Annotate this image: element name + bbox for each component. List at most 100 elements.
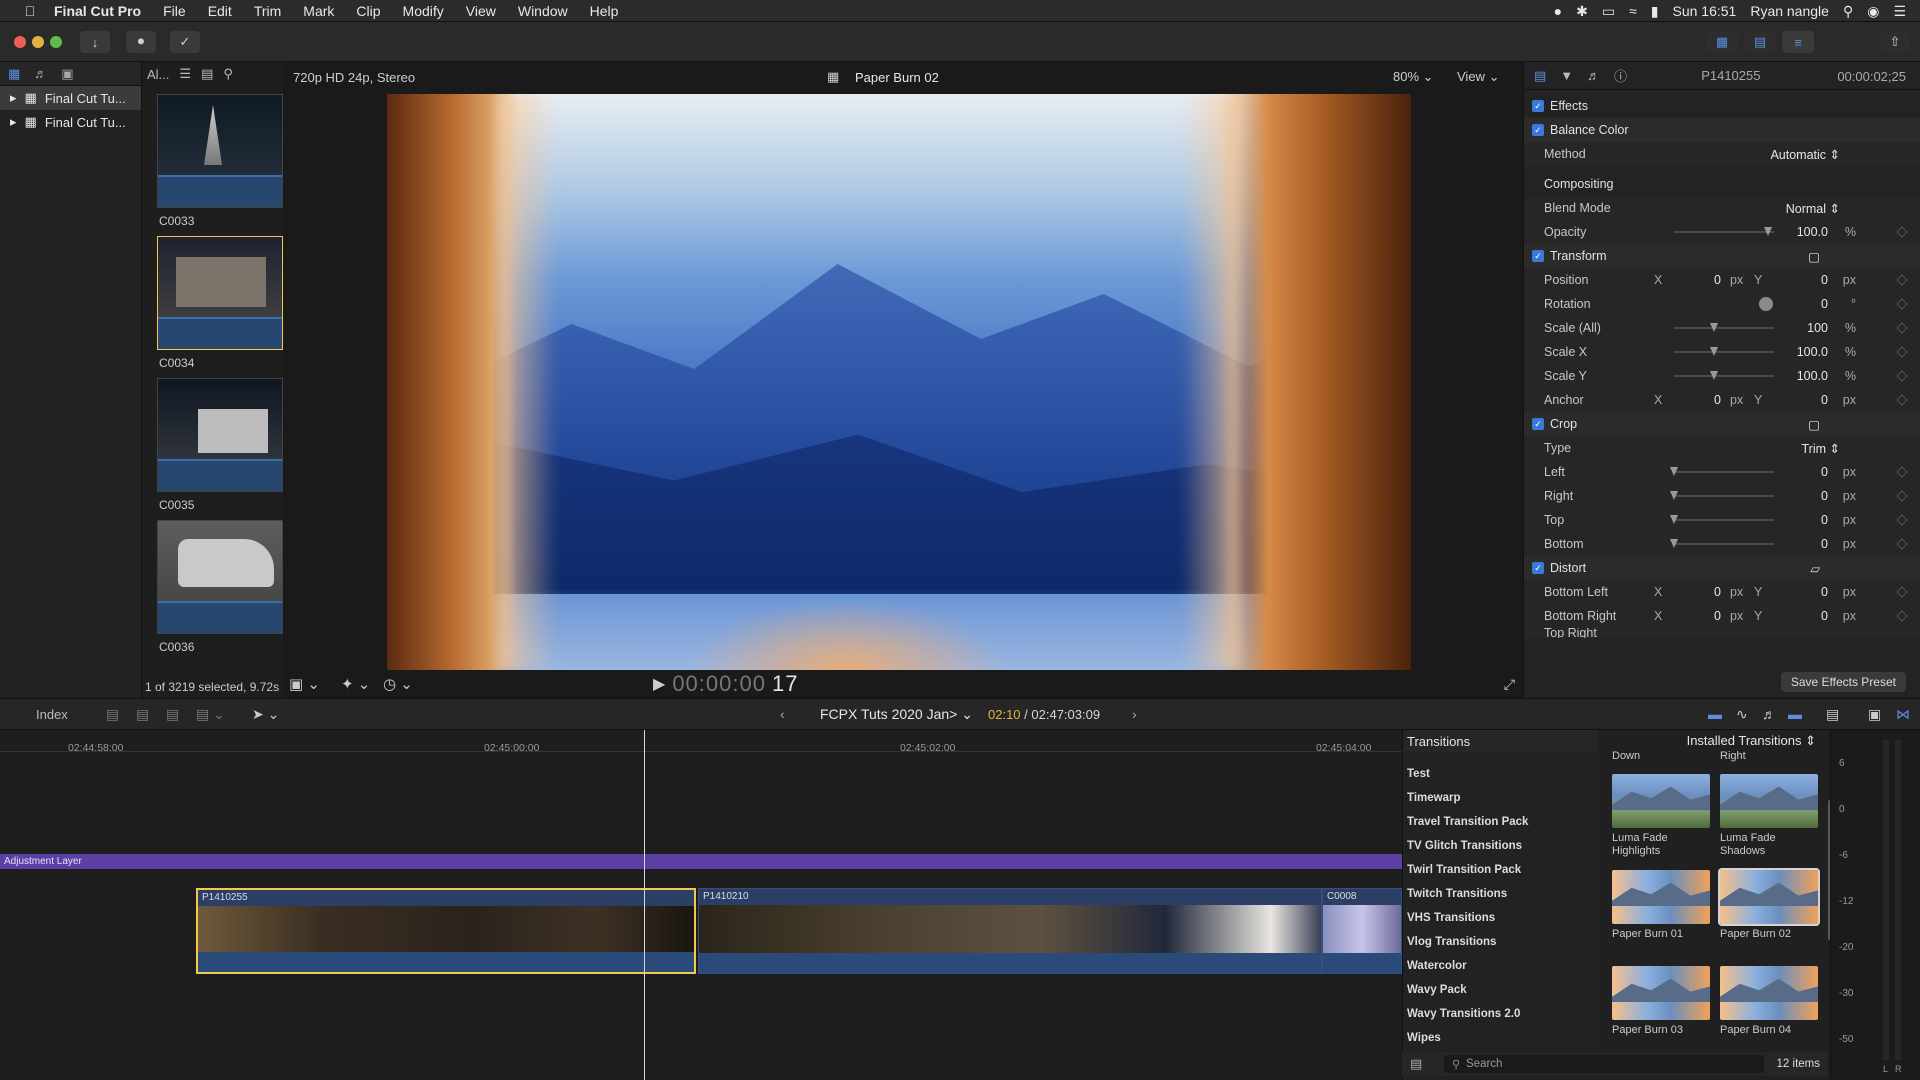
forward-arrow-icon[interactable]: › [1132, 706, 1137, 722]
browser-clip[interactable]: C0034 [157, 236, 283, 370]
crop-top-slider[interactable] [1674, 519, 1774, 521]
transition-category[interactable]: Timewarp [1403, 786, 1598, 810]
background-tasks-icon[interactable]: ✓ [170, 31, 200, 53]
crop-controls-icon[interactable]: ▢ [1808, 417, 1820, 432]
fullscreen-icon[interactable]: ⤢ [1504, 676, 1515, 693]
zoom-popup[interactable]: 80% ⌄ [1393, 69, 1434, 85]
transform-section[interactable]: ✓ Transform ▢ [1524, 244, 1920, 268]
crop-right-value[interactable]: 0 [1821, 489, 1828, 503]
keyframe-icon[interactable] [1896, 298, 1908, 310]
transition-category[interactable]: Vlog Transitions [1403, 930, 1598, 954]
transition-category[interactable]: Twitch Transitions [1403, 882, 1598, 906]
retime-icon[interactable]: ◷ ⌄ [383, 675, 413, 693]
menu-help[interactable]: Help [590, 3, 619, 19]
menu-edit[interactable]: Edit [208, 3, 232, 19]
audio-inspector-icon[interactable]: ♬ [1587, 68, 1600, 83]
compositing-section[interactable]: Compositing [1524, 172, 1920, 196]
checkbox-icon[interactable]: ✓ [1532, 100, 1544, 112]
distort-controls-icon[interactable]: ▱ [1810, 561, 1820, 576]
transition-tile[interactable]: Luma Fade Shadows [1720, 774, 1818, 858]
record-icon[interactable]: ● [1554, 3, 1562, 19]
info-inspector-icon[interactable]: ⓘ [1614, 66, 1627, 85]
menu-mark[interactable]: Mark [303, 3, 334, 19]
keyframe-icon[interactable] [1896, 538, 1908, 550]
keyframe-icon[interactable] [1896, 610, 1908, 622]
keyframe-icon[interactable] [1896, 490, 1908, 502]
position-y-value[interactable]: 0 [1821, 273, 1828, 287]
transition-tile[interactable]: Paper Burn 04 [1720, 966, 1818, 1037]
siri-icon[interactable]: ◉ [1867, 3, 1879, 20]
scale-x-value[interactable]: 100.0 [1797, 345, 1828, 359]
share-icon[interactable]: ⇧ [1880, 31, 1910, 53]
connect-clip-icon[interactable]: ▤ [106, 706, 119, 723]
save-effects-preset-button[interactable]: Save Effects Preset [1780, 672, 1906, 692]
clip-thumbnail[interactable] [157, 520, 283, 634]
crop-type-popup[interactable]: Trim ⇕ [1802, 441, 1840, 456]
checkbox-icon[interactable]: ✓ [1532, 124, 1544, 136]
search-icon[interactable]: ⚲ [1843, 3, 1853, 20]
back-arrow-icon[interactable]: ‹ [780, 706, 785, 722]
clip-filter-popup[interactable]: Al... [147, 67, 169, 82]
user-name[interactable]: Ryan nangle [1750, 3, 1829, 19]
transition-category[interactable]: VHS Transitions [1403, 906, 1598, 930]
scale-x-slider[interactable] [1674, 351, 1774, 353]
browser-clip[interactable]: C0036 [157, 520, 283, 654]
keyframe-icon[interactable] [1896, 514, 1908, 526]
transition-tile[interactable]: Paper Burn 03 [1612, 966, 1710, 1037]
browser-clip[interactable]: C0035 [157, 378, 283, 512]
transition-category[interactable]: Watercolor [1403, 954, 1598, 978]
checkbox-icon[interactable]: ✓ [1532, 250, 1544, 262]
list-view-icon[interactable]: ☰ [179, 66, 191, 82]
keyframe-icon[interactable] [1896, 274, 1908, 286]
crop-bottom-slider[interactable] [1674, 543, 1774, 545]
rotation-value[interactable]: 0 [1821, 297, 1828, 311]
opacity-slider[interactable] [1674, 231, 1774, 233]
clip-appearance-icon[interactable]: ▤ [1826, 706, 1839, 723]
timeline-clip[interactable]: P1410210 [698, 888, 1322, 974]
transform-tools-icon[interactable]: ▣ ⌄ [289, 675, 320, 693]
balance-color-section[interactable]: ✓ Balance Color [1524, 118, 1920, 142]
effects-browser-icon[interactable]: ▣ [1868, 706, 1881, 723]
bluetooth-icon[interactable]: ✱ [1576, 3, 1588, 20]
keywords-icon[interactable]: ⚫ [126, 31, 156, 53]
skimming-icon[interactable]: ▬ [1708, 706, 1722, 722]
browser-toggle-icon[interactable]: ▦ [1706, 31, 1738, 53]
rotation-dial[interactable] [1759, 297, 1773, 311]
import-icon[interactable]: ↓ [80, 31, 110, 53]
bottom-right-x-value[interactable]: 0 [1714, 609, 1721, 623]
insert-clip-icon[interactable]: ▤ [136, 706, 149, 723]
keyframe-icon[interactable] [1896, 322, 1908, 334]
menu-window[interactable]: Window [518, 3, 568, 19]
method-popup[interactable]: Automatic ⇕ [1770, 147, 1840, 162]
menu-modify[interactable]: Modify [403, 3, 444, 19]
video-inspector-icon[interactable]: ▤ [1534, 68, 1546, 84]
keyframe-icon[interactable] [1896, 370, 1908, 382]
library-item[interactable]: ▸ ▦ Final Cut Tu... [0, 86, 141, 110]
effects-section[interactable]: ✓ Effects [1524, 94, 1920, 118]
crop-section[interactable]: ✓ Crop ▢ [1524, 412, 1920, 436]
transition-category[interactable]: Test [1403, 762, 1598, 786]
select-tool-icon[interactable]: ➤ ⌄ [252, 706, 279, 723]
search-input[interactable]: Search [1444, 1055, 1764, 1073]
crop-bottom-value[interactable]: 0 [1821, 537, 1828, 551]
installed-transitions-popup[interactable]: Installed Transitions ⇕ [1687, 733, 1816, 749]
clip-thumbnail[interactable] [157, 378, 283, 492]
filmstrip-icon[interactable]: ▤ [201, 66, 213, 82]
append-clip-icon[interactable]: ▤ [166, 706, 179, 723]
transition-category[interactable]: Twirl Transition Pack [1403, 858, 1598, 882]
onscreen-controls-icon[interactable]: ▢ [1808, 249, 1820, 264]
project-name-popup[interactable]: FCPX Tuts 2020 Jan> ⌄ [820, 706, 973, 723]
anchor-y-value[interactable]: 0 [1821, 393, 1828, 407]
snapping-icon[interactable]: ▬ [1788, 706, 1802, 722]
close-window-button[interactable] [14, 36, 26, 48]
transition-tile[interactable]: Paper Burn 02 [1718, 868, 1820, 941]
crop-right-slider[interactable] [1674, 495, 1774, 497]
clip-thumbnail[interactable] [157, 94, 283, 208]
solo-icon[interactable]: ♬ [1762, 706, 1776, 722]
airplay-icon[interactable]: ▭ [1602, 3, 1615, 20]
browser-clip[interactable]: C0033 [157, 94, 283, 228]
audio-skimming-icon[interactable]: ∿ [1736, 706, 1748, 723]
scale-y-slider[interactable] [1674, 375, 1774, 377]
transitions-browser-icon[interactable]: ⋈ [1896, 706, 1910, 723]
photos-audio-icon[interactable]: ♬ [34, 66, 47, 81]
